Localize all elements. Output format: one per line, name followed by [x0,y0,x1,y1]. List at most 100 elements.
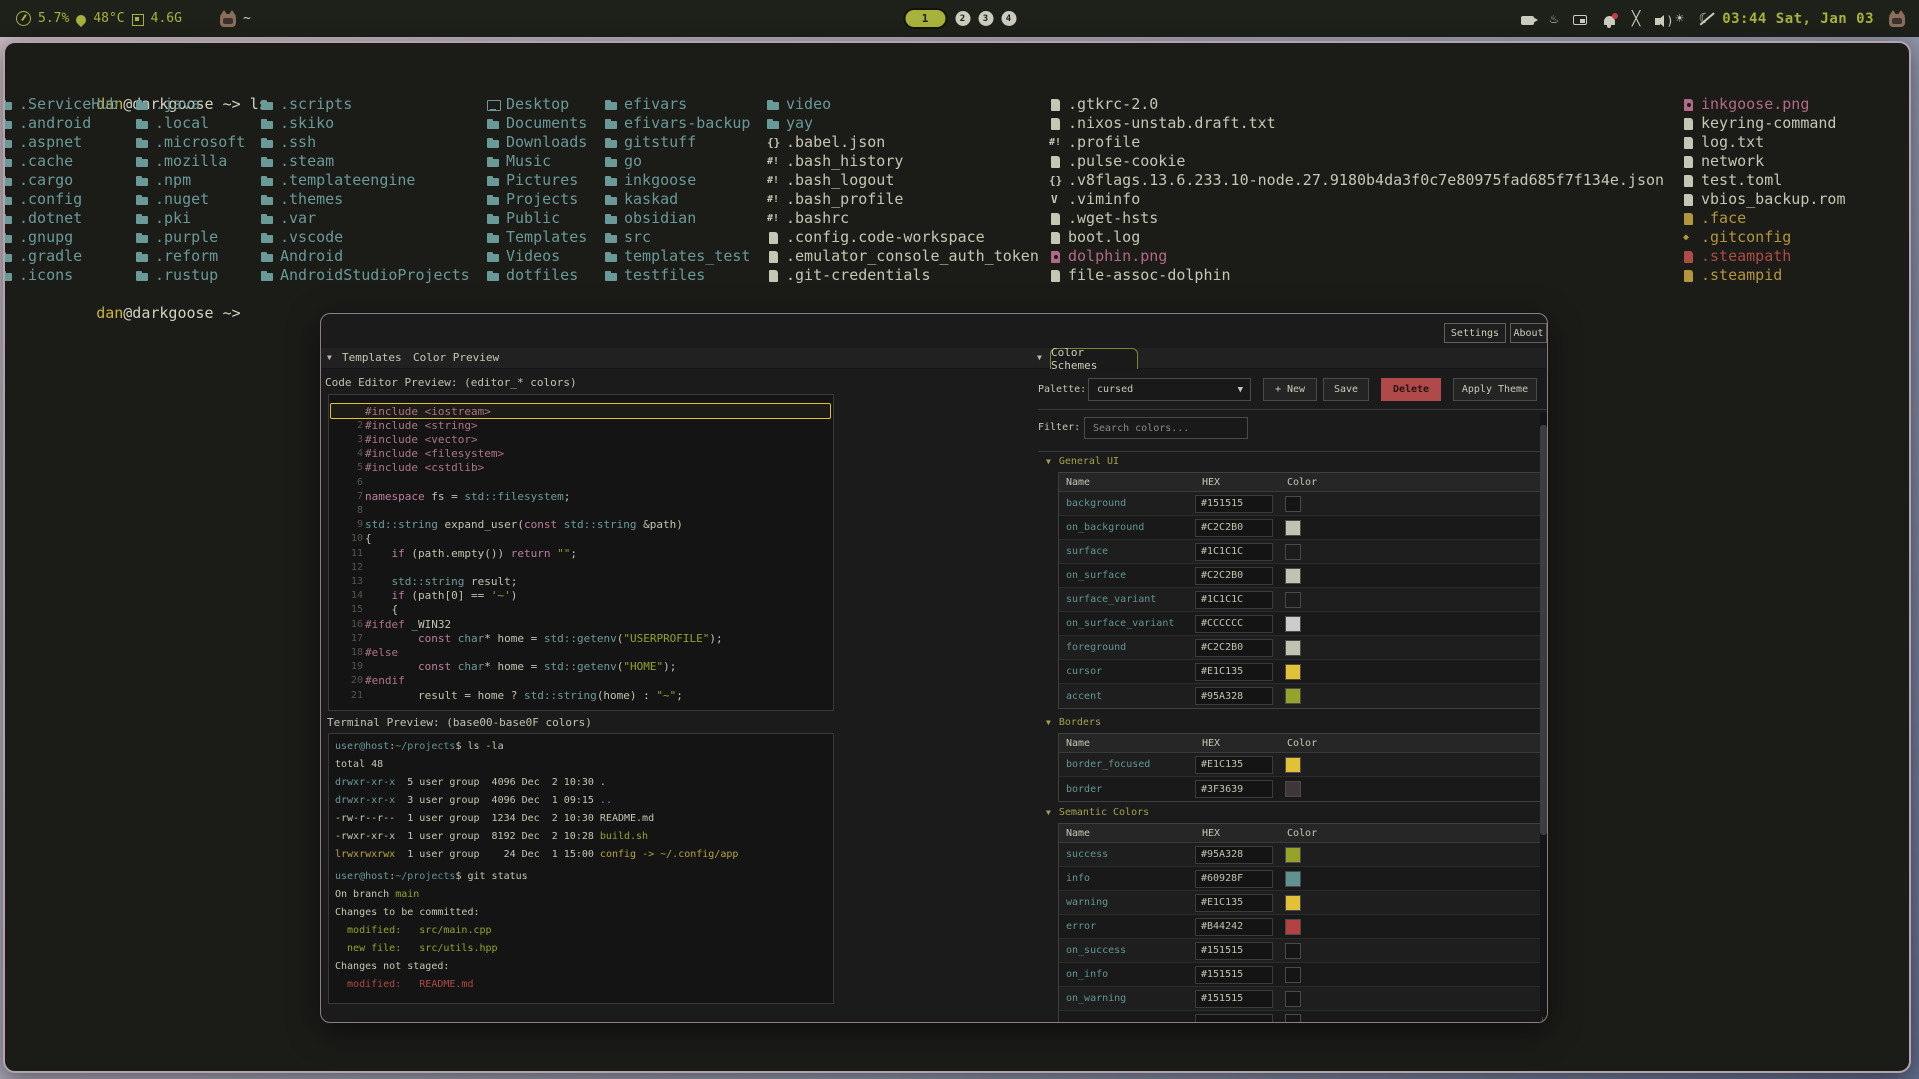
folder-icon [605,231,619,245]
color-swatch[interactable] [1285,520,1301,536]
workspace-2[interactable]: 2 [955,11,970,26]
color-swatch[interactable] [1285,664,1301,680]
settings-button[interactable]: Settings [1444,323,1506,343]
entry-name: test.toml [1701,171,1782,190]
dir-entry: kaskad [605,190,678,209]
section-header[interactable]: ▼General UI [1046,456,1119,467]
screen-lock-icon[interactable] [1573,15,1587,25]
hex-input[interactable] [1195,591,1273,609]
filter-input[interactable] [1084,417,1248,439]
left-pane-menu-icon[interactable]: ▼ [327,353,332,362]
tab-color-schemes[interactable]: Color Schemes [1050,348,1138,369]
pointer-disabled-icon[interactable]: ╳ [1632,11,1640,27]
hex-input[interactable] [1195,966,1273,984]
about-button[interactable]: About [1510,323,1547,343]
folder-icon [136,98,150,112]
hex-input[interactable] [1195,519,1273,537]
workspace-active[interactable]: 1 [903,8,947,29]
color-swatch[interactable] [1285,991,1301,1007]
workspace-3[interactable]: 3 [978,11,993,26]
color-swatch[interactable] [1285,847,1301,863]
applytheme-button[interactable]: Apply Theme [1453,378,1537,401]
scrollbar[interactable] [1540,413,1547,1017]
entry-name: .face [1701,209,1746,228]
color-row: border [1059,777,1542,801]
tab-templates[interactable]: Templates [342,351,402,364]
hex-input[interactable] [1195,495,1273,513]
file-entry: keyring-command [1682,114,1836,133]
new-button[interactable]: + New [1263,378,1317,401]
hex-input[interactable] [1195,543,1273,561]
color-swatch[interactable] [1285,592,1301,608]
file-icon [1682,269,1696,283]
delete-button[interactable]: Delete [1381,378,1441,401]
screen-record-icon[interactable] [1521,16,1534,25]
code-line: 12 [329,561,833,575]
dir-entry: video [767,95,831,114]
save-button[interactable]: Save [1323,378,1369,401]
file-entry: vbios_backup.rom [1682,190,1846,209]
color-row: warning [1059,891,1542,915]
scrollbar-handle[interactable] [1540,425,1547,835]
code-editor-preview[interactable]: #include <iostream>2#include <string>3#i… [328,394,834,711]
entry-name: .themes [280,190,343,209]
brightness-icon[interactable]: ☀ [1675,11,1683,27]
color-swatch[interactable] [1285,544,1301,560]
night-light-icon[interactable]: ☾ [1699,11,1707,27]
dir-entry: .var [261,209,316,228]
color-row: error [1059,915,1542,939]
workspace-4[interactable]: 4 [1001,11,1016,26]
entry-name: Documents [506,114,587,133]
color-swatch[interactable] [1285,895,1301,911]
color-swatch[interactable] [1285,616,1301,632]
bell-icon[interactable] [1604,16,1615,25]
hex-input[interactable] [1195,990,1273,1008]
color-swatch[interactable] [1285,1014,1301,1023]
section-header[interactable]: ▼Semantic Colors [1046,807,1149,818]
hex-input[interactable] [1195,942,1273,960]
hex-input[interactable] [1195,870,1273,888]
tab-color-preview[interactable]: Color Preview [413,351,499,364]
hex-input[interactable] [1195,663,1273,681]
hex-input[interactable] [1195,780,1273,798]
hex-input[interactable] [1195,918,1273,936]
clock[interactable]: 03:44 Sat, Jan 03 [1722,11,1874,27]
shell-prompt-line-2: dan@darkgoose ~> [42,285,250,304]
palette-combo[interactable]: cursed ▼ [1088,378,1251,401]
terminal-preview[interactable]: user@host:~/projects$ ls -latotal 48drwx… [328,733,834,1004]
color-swatch[interactable] [1285,568,1301,584]
color-swatch[interactable] [1285,640,1301,656]
terminal-app-icon[interactable] [220,14,236,27]
hex-input[interactable] [1195,894,1273,912]
color-swatch[interactable] [1285,757,1301,773]
color-swatch[interactable] [1285,781,1301,797]
memory-usage: 4.6G [151,11,182,26]
folder-icon [605,98,619,112]
entry-name: dolphin.png [1068,247,1167,266]
flame-tray-icon[interactable]: ♨ [1549,11,1557,27]
color-swatch[interactable] [1285,967,1301,983]
color-swatch[interactable] [1285,943,1301,959]
shell-script-icon [1049,136,1063,150]
temperature-icon [74,13,88,27]
entry-name: dotfiles [506,266,578,285]
dir-entry: .themes [261,190,343,209]
file-icon [1682,174,1696,188]
speaker-icon[interactable] [1655,18,1660,25]
color-swatch[interactable] [1285,871,1301,887]
hex-input[interactable] [1195,615,1273,633]
section-header[interactable]: ▼Borders [1046,717,1101,728]
folder-icon [136,231,150,245]
hex-input[interactable] [1195,846,1273,864]
hex-input[interactable] [1195,639,1273,657]
hex-input[interactable] [1195,756,1273,774]
color-swatch[interactable] [1285,496,1301,512]
hex-input[interactable] [1195,687,1273,705]
color-swatch[interactable] [1285,919,1301,935]
dir-entry: testfiles [605,266,705,285]
color-swatch[interactable] [1285,688,1301,704]
hex-input[interactable] [1195,567,1273,585]
tray-cat-icon[interactable] [1889,14,1905,27]
hex-input[interactable] [1195,1014,1273,1023]
right-pane-menu-icon[interactable]: ▼ [1037,353,1042,362]
